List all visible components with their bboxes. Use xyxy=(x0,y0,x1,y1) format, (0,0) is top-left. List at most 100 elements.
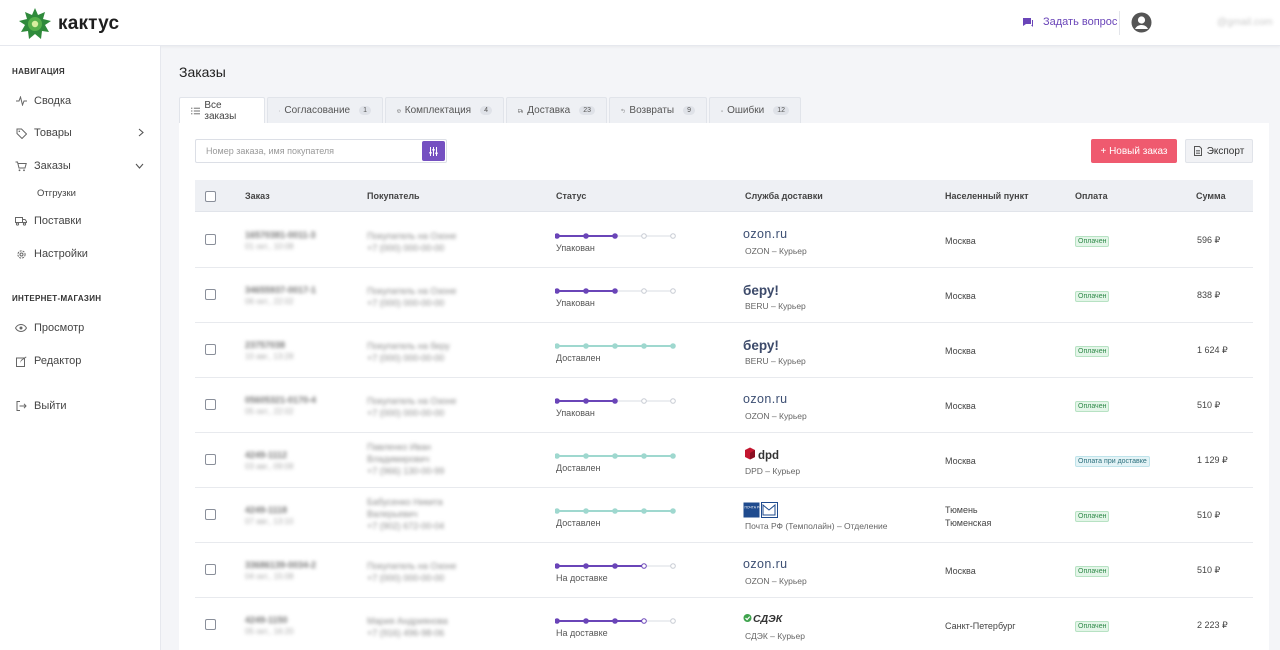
tab-packing[interactable]: Комплектация 4 xyxy=(385,97,504,123)
column-header-delivery[interactable]: Служба доставки xyxy=(745,191,823,201)
table-row[interactable]: 4249-1150 05 окт., 16:20 Мария Андриянова +… xyxy=(195,598,1253,650)
buyer-name[interactable]: Покупатель на Озоне xyxy=(367,395,456,407)
tab-returns[interactable]: Возвраты 9 xyxy=(609,97,707,123)
table-row[interactable]: 33686139-0034-2 04 окт., 15:08 Покупатель … xyxy=(195,543,1253,598)
column-header-payment[interactable]: Оплата xyxy=(1075,191,1108,201)
sidebar-item-orders[interactable]: Заказы xyxy=(15,157,150,175)
table-row[interactable]: 4249-1118 07 авг., 13:10 Бабусенко Никита В… xyxy=(195,488,1253,543)
row-checkbox[interactable] xyxy=(205,399,216,410)
beru-logo: беру! xyxy=(743,338,779,353)
order-id[interactable]: 4249-1150 xyxy=(245,615,288,625)
order-id[interactable]: 4249-1112 xyxy=(245,450,287,460)
top-bar: кактус Задать вопрос @gmail.com xyxy=(0,0,1280,46)
filter-icon xyxy=(429,146,438,156)
track-step xyxy=(583,508,589,514)
column-header-city[interactable]: Населенный пункт xyxy=(945,191,1029,201)
order-id[interactable]: 23757038 xyxy=(245,340,285,350)
row-checkbox[interactable] xyxy=(205,619,216,630)
city-name: Москва xyxy=(945,346,976,356)
buyer-name[interactable]: Мария Андриянова xyxy=(367,615,448,627)
select-all-checkbox[interactable] xyxy=(205,191,216,202)
avatar-icon[interactable] xyxy=(1131,12,1152,33)
buyer-phone: +7 (902) 672-00-04 xyxy=(367,521,445,531)
sidebar-item-settings[interactable]: Настройки xyxy=(15,245,150,263)
table-row[interactable]: 05605321-0170-4 05 окт., 22:02 Покупатель … xyxy=(195,378,1253,433)
buyer-name[interactable]: Покупатель на Озоне xyxy=(367,560,456,572)
track-step xyxy=(554,618,560,624)
logout-icon xyxy=(16,401,27,411)
delivery-service: BERU – Курьер xyxy=(745,301,806,311)
track-step xyxy=(641,343,647,349)
buyer-name[interactable]: Покупатель на беру xyxy=(367,340,450,352)
row-checkbox[interactable] xyxy=(205,344,216,355)
buyer-phone: +7 (000) 000-00-00 xyxy=(367,298,445,308)
tab-delivery[interactable]: Доставка 23 xyxy=(506,97,607,123)
column-header-sum[interactable]: Сумма xyxy=(1196,191,1226,201)
sidebar-item-preview[interactable]: Просмотр xyxy=(15,319,150,337)
status-progress xyxy=(554,343,676,349)
track-step xyxy=(670,508,676,514)
sidebar-item-editor[interactable]: Редактор xyxy=(15,352,150,370)
new-order-button[interactable]: + Новый заказ xyxy=(1091,139,1177,163)
export-button[interactable]: Экспорт xyxy=(1185,139,1253,163)
sidebar-subitem-shipments[interactable]: Отгрузки xyxy=(37,188,76,199)
payment-badge: Оплачен xyxy=(1075,401,1110,412)
tab-errors[interactable]: Ошибки 12 xyxy=(709,97,801,123)
status-progress-track xyxy=(554,285,677,295)
beru-logo-text: беру! xyxy=(743,283,779,298)
status-progress xyxy=(554,618,676,624)
sidebar-item-logout[interactable]: Выйти xyxy=(15,397,150,415)
track-step xyxy=(641,398,647,404)
column-header-order[interactable]: Заказ xyxy=(245,191,270,201)
sidebar-item-products[interactable]: Товары xyxy=(15,124,150,142)
order-date: 01 окт., 10:08 xyxy=(245,242,294,251)
sidebar-item-summary[interactable]: Сводка xyxy=(15,92,150,110)
sidebar-item-label: Просмотр xyxy=(34,322,85,334)
tab-label: Согласование xyxy=(284,105,351,116)
eye-icon xyxy=(15,324,27,332)
tab-approval[interactable]: Согласование 1 xyxy=(267,97,383,123)
filter-button[interactable] xyxy=(422,141,445,161)
table-row[interactable]: 34655937-0017-1 06 окт., 22:02 Покупатель … xyxy=(195,268,1253,323)
track-step xyxy=(641,233,647,239)
column-header-status[interactable]: Статус xyxy=(556,191,586,201)
row-checkbox[interactable] xyxy=(205,509,216,520)
track-step xyxy=(583,288,589,294)
row-checkbox[interactable] xyxy=(205,564,216,575)
table-row[interactable]: 23757038 10 авг., 13:28 Покупатель на беру… xyxy=(195,323,1253,378)
track-step xyxy=(612,618,618,624)
user-email[interactable]: @gmail.com xyxy=(1217,17,1273,28)
tab-label: Комплектация xyxy=(404,105,472,116)
row-checkbox[interactable] xyxy=(205,454,216,465)
row-checkbox[interactable] xyxy=(205,234,216,245)
track-step xyxy=(612,343,618,349)
page-title: Заказы xyxy=(179,64,226,80)
table-row[interactable]: 16570381-0011-3 01 окт., 10:08 Покупатель … xyxy=(195,213,1253,268)
tab-all-orders[interactable]: Все заказы xyxy=(179,97,265,123)
logo[interactable]: кактус xyxy=(18,7,119,41)
table-row[interactable]: 4249-1112 03 авг., 09:08 Павленко Иван Влад… xyxy=(195,433,1253,488)
sidebar-item-supplies[interactable]: Поставки xyxy=(15,212,150,230)
track-step xyxy=(612,233,618,239)
city-name: Москва xyxy=(945,291,976,301)
order-id[interactable]: 33686139-0034-2 xyxy=(245,560,316,570)
status-progress-track xyxy=(554,395,677,405)
buyer-cell: Павленко Иван Владимирович +7 (966) 130-00… xyxy=(367,441,444,477)
buyer-name[interactable]: Покупатель на Озоне xyxy=(367,230,456,242)
column-header-buyer[interactable]: Покупатель xyxy=(367,191,420,201)
order-id[interactable]: 05605321-0170-4 xyxy=(245,395,316,405)
order-id[interactable]: 4249-1118 xyxy=(245,505,287,515)
track-step xyxy=(670,618,676,624)
status-progress xyxy=(554,233,676,239)
order-id[interactable]: 34655937-0017-1 xyxy=(245,285,316,295)
order-id[interactable]: 16570381-0011-3 xyxy=(245,230,316,240)
buyer-name[interactable]: Покупатель на Озоне xyxy=(367,285,456,297)
search-input[interactable] xyxy=(196,140,416,162)
track-step xyxy=(554,398,560,404)
buyer-name[interactable]: Бабусенко Никита xyxy=(367,496,444,508)
row-checkbox[interactable] xyxy=(205,289,216,300)
box-icon xyxy=(397,108,401,113)
buyer-name[interactable]: Павленко Иван xyxy=(367,441,444,453)
ask-question-link[interactable]: Задать вопрос xyxy=(1022,16,1117,28)
status-progress-track xyxy=(554,505,677,515)
